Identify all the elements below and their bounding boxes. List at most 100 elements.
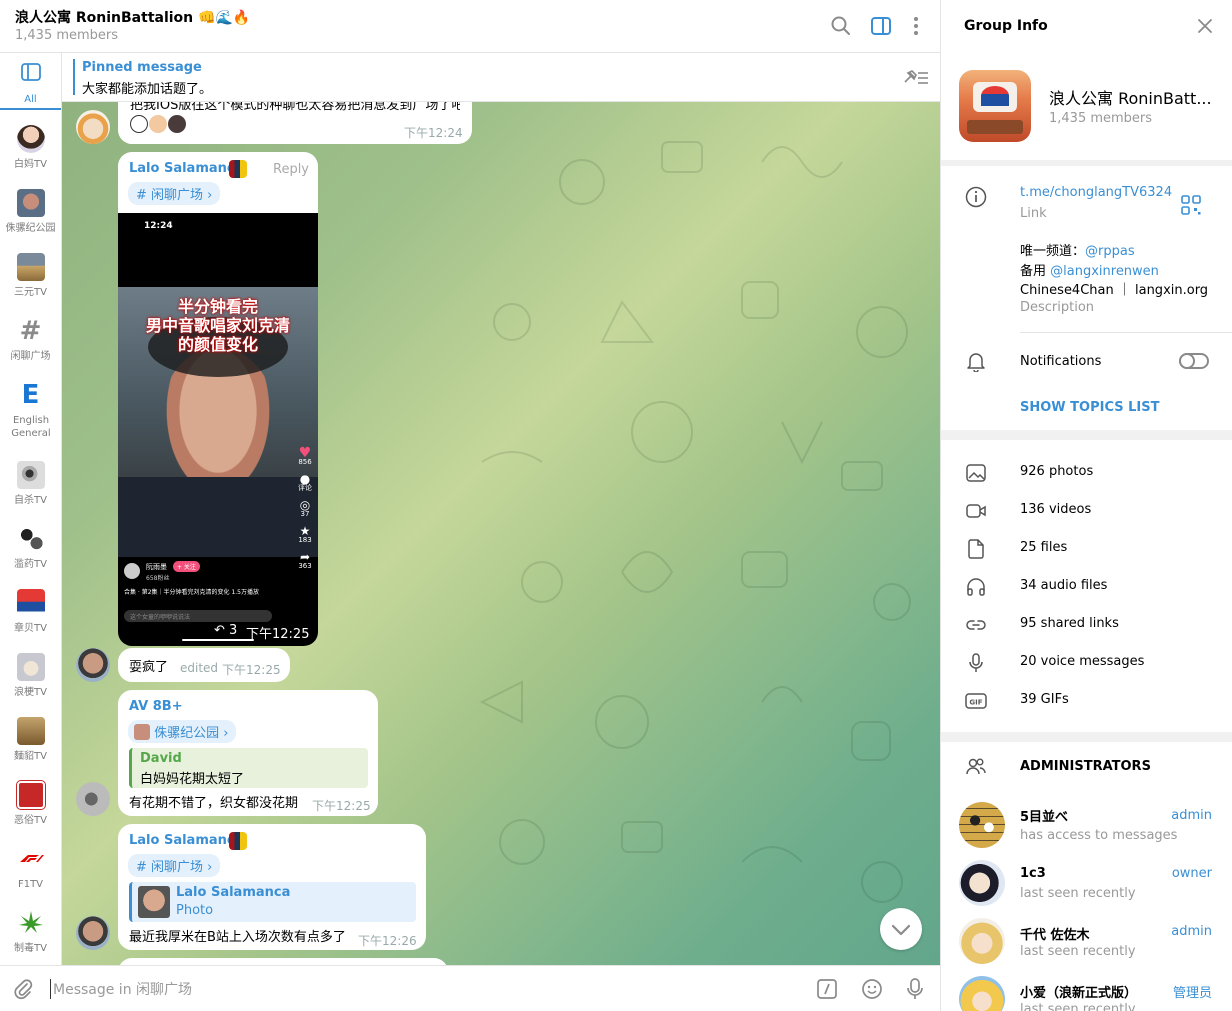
media-row-gifs[interactable]: GIF 39 GIFs bbox=[941, 682, 1232, 720]
reply-button[interactable]: Reply bbox=[273, 162, 309, 177]
topic-miandiao-tv[interactable]: 麵貂TV bbox=[0, 717, 61, 763]
topic-chip[interactable]: # 闲聊广场 › bbox=[128, 182, 221, 205]
media-row-videos[interactable]: 136 videos bbox=[941, 492, 1232, 530]
topic-chip-label: 侏骡纪公园 › bbox=[154, 726, 229, 741]
message-bubble[interactable]: 耍疯了 edited 下午12:25 bbox=[118, 648, 290, 682]
show-topics-button[interactable]: SHOW TOPICS LIST bbox=[1020, 400, 1159, 415]
topic-label: 制毒TV bbox=[14, 943, 47, 954]
sidebar-toggle-icon[interactable] bbox=[869, 14, 893, 38]
topic-esu-tv[interactable]: 恶俗TV bbox=[0, 780, 61, 827]
topic-f1-tv[interactable]: F1TV bbox=[0, 845, 61, 891]
topic-avatar bbox=[16, 461, 45, 489]
sender-name[interactable]: Lalo Salamanca bbox=[129, 161, 243, 176]
attach-icon[interactable] bbox=[12, 978, 34, 1000]
admin-row[interactable]: 千代 佐佐木 last seen recently admin bbox=[941, 916, 1232, 974]
topic-all[interactable]: All bbox=[0, 53, 61, 110]
quote-sender: Lalo Salamanca bbox=[176, 885, 291, 900]
message-list[interactable]: 把我IOS版往这个模式的种聊也太容易把消息发到广场了吧 下午12:24 Lalo… bbox=[62, 102, 940, 965]
video-icon bbox=[966, 504, 986, 518]
message-bubble[interactable]: 把我IOS版往这个模式的种聊也太容易把消息发到广场了吧 下午12:24 bbox=[118, 102, 472, 144]
message-bubble[interactable]: Lalo Salamanca # 闲聊广场 › Lalo Salamanca P… bbox=[118, 824, 426, 950]
topic-chat-square[interactable]: # 闲聊广场 bbox=[0, 317, 61, 363]
quote-photo-thumb bbox=[138, 886, 170, 918]
emoji-icon[interactable] bbox=[861, 978, 883, 1000]
admin-row[interactable]: 小爱（浪新正式版） last seen recently 管理员 bbox=[941, 974, 1232, 1011]
administrators-section: ADMINISTRATORS 5目並べ has access to messag… bbox=[941, 742, 1232, 1011]
bell-icon bbox=[967, 353, 985, 372]
media-row-audio[interactable]: 34 audio files bbox=[941, 568, 1232, 606]
close-icon[interactable] bbox=[1195, 16, 1215, 36]
message-time: 下午12:25 bbox=[246, 627, 310, 642]
topic-label: 侏骡纪公园 bbox=[5, 223, 56, 234]
notifications-label: Notifications bbox=[1020, 354, 1102, 369]
topic-english-general[interactable]: E English General bbox=[0, 381, 61, 440]
message-bubble[interactable] bbox=[118, 958, 448, 965]
media-label: 95 shared links bbox=[1020, 616, 1119, 631]
topic-suicide-tv[interactable]: 自杀TV bbox=[0, 461, 61, 507]
description-line-1: 唯一频道：@rppas bbox=[1020, 240, 1135, 259]
topic-label: 浪梗TV bbox=[14, 687, 47, 698]
leaf-icon bbox=[18, 911, 43, 933]
message-composer: Message in 闲聊广场 bbox=[0, 965, 940, 1011]
qr-code-icon[interactable] bbox=[1180, 194, 1202, 216]
message-bubble[interactable]: Lalo Salamanca Reply # 闲聊广场 › 12:24 半分钟看… bbox=[118, 152, 318, 646]
sender-name[interactable]: Lalo Salamanca bbox=[129, 833, 243, 848]
backup-link[interactable]: @langxinrenwen bbox=[1050, 264, 1159, 279]
user-avatar[interactable] bbox=[76, 916, 110, 950]
topic-chip[interactable]: 侏骡纪公园 › bbox=[128, 720, 237, 743]
topic-chip[interactable]: # 闲聊广场 › bbox=[128, 854, 221, 877]
search-icon[interactable] bbox=[829, 14, 853, 38]
bot-commands-icon[interactable] bbox=[816, 978, 838, 1000]
topic-zhangbei-tv[interactable]: 章贝TV bbox=[0, 589, 61, 635]
pinned-message[interactable]: Pinned message 大家都能添加话题了。 bbox=[62, 53, 940, 102]
sender-name[interactable]: AV 8B+ bbox=[129, 699, 183, 714]
topic-avatar bbox=[16, 125, 45, 153]
topic-label: All bbox=[24, 94, 37, 105]
user-avatar[interactable] bbox=[76, 782, 110, 816]
media-row-files[interactable]: 25 files bbox=[941, 530, 1232, 568]
admin-avatar bbox=[959, 802, 1005, 848]
chat-header[interactable]: 浪人公寓 RoninBattalion 👊🌊🔥 1,435 members bbox=[0, 0, 940, 53]
author-name: 阮雨墨 bbox=[146, 563, 167, 571]
topic-zhuluo-park[interactable]: 侏骡纪公园 bbox=[0, 189, 61, 235]
topic-langgeng-tv[interactable]: 浪梗TV bbox=[0, 653, 61, 699]
reactions[interactable] bbox=[130, 115, 186, 137]
shares-count: 37 bbox=[300, 510, 310, 518]
topic-drugs-tv[interactable]: 滥药TV bbox=[0, 525, 61, 571]
topic-baima-tv[interactable]: 白妈TV bbox=[0, 125, 61, 171]
user-avatar[interactable] bbox=[76, 110, 110, 144]
video-preview[interactable]: 12:24 半分钟看完 男中音歌唱家刘克清 的颜值变化 ♥ 856 ● 评论 ◎… bbox=[118, 213, 318, 646]
badge-emoji bbox=[229, 832, 247, 850]
media-row-voice[interactable]: 20 voice messages bbox=[941, 644, 1232, 682]
media-row-photos[interactable]: 926 photos bbox=[941, 454, 1232, 492]
red-seal-icon bbox=[15, 780, 46, 810]
channel-link[interactable]: @rppas bbox=[1085, 244, 1135, 259]
reply-count[interactable]: ↶ 3 bbox=[214, 623, 237, 638]
microphone-icon[interactable] bbox=[904, 977, 926, 1001]
chevron-down-icon bbox=[891, 924, 911, 936]
pinned-list-icon[interactable] bbox=[902, 67, 930, 87]
admin-row[interactable]: 5目並べ has access to messages admin bbox=[941, 800, 1232, 858]
notifications-toggle[interactable] bbox=[1179, 353, 1209, 369]
message-bubble[interactable]: AV 8B+ 侏骡纪公园 › David 白妈妈花期太短了 有花期不错了，织女都… bbox=[118, 690, 378, 816]
topic-sanyuan-tv[interactable]: 三元TV bbox=[0, 253, 61, 299]
group-avatar[interactable] bbox=[959, 70, 1031, 142]
scroll-down-button[interactable] bbox=[880, 908, 922, 950]
more-menu-icon[interactable] bbox=[904, 14, 928, 38]
reply-quote[interactable]: Lalo Salamanca Photo bbox=[129, 882, 416, 922]
media-row-links[interactable]: 95 shared links bbox=[941, 606, 1232, 644]
topic-zhidu-tv[interactable]: 制毒TV bbox=[0, 909, 61, 955]
chat-title[interactable]: 浪人公寓 RoninBattalion 👊🌊🔥 bbox=[15, 7, 250, 27]
gif-icon: GIF bbox=[965, 693, 987, 709]
group-member-count: 1,435 members bbox=[1049, 111, 1153, 126]
pinned-text: 大家都能添加话题了。 bbox=[82, 82, 213, 97]
topic-label: 白妈TV bbox=[14, 159, 47, 170]
message-time: 下午12:24 bbox=[404, 126, 463, 140]
reply-quote[interactable]: David 白妈妈花期太短了 bbox=[129, 748, 368, 788]
invite-link[interactable]: t.me/chonglangTV6324 bbox=[1020, 185, 1172, 200]
message-input[interactable]: Message in 闲聊广场 bbox=[50, 979, 192, 999]
admin-row[interactable]: 1c3 last seen recently owner bbox=[941, 858, 1232, 916]
topic-label: F1TV bbox=[17, 879, 44, 890]
photo-icon bbox=[966, 464, 986, 482]
user-avatar[interactable] bbox=[76, 648, 110, 682]
